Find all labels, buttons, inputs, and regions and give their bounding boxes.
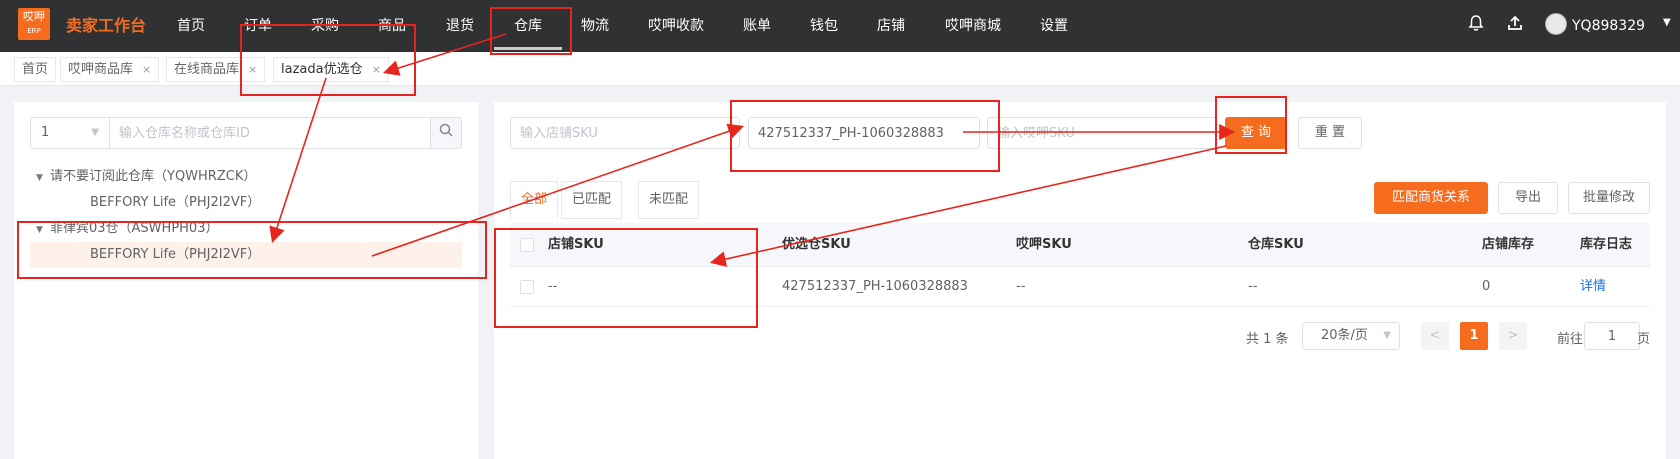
warehouse-search-input[interactable] [109,117,431,149]
nav-item-mall[interactable]: 哎呷商城 [945,0,1001,52]
details-link[interactable]: 详情 [1580,267,1606,307]
preferred-warehouse-sku-input[interactable] [748,117,980,149]
caret-down-icon[interactable]: ▼ [36,165,50,191]
chevron-down-icon: ▼ [91,127,99,138]
caret-down-icon[interactable]: ▼ [36,217,50,243]
page-unit-label: 页 [1637,332,1651,347]
nav-item-payments[interactable]: 哎呷收款 [648,0,704,52]
tab-label: 在线商品库 [174,62,240,77]
warehouse-type-select[interactable]: 1 ▼ [30,117,110,149]
cell-warehouse-sku: -- [1248,279,1258,294]
match-relation-button[interactable]: 匹配商货关系 [1374,182,1488,214]
tab-aiya-product-library[interactable]: 哎呷商品库 × [60,57,160,82]
tree-node-warehouse[interactable]: ▼ 请不要订阅此仓库（YQWHRZCK） [36,164,256,190]
bell-icon[interactable] [1468,14,1484,37]
table-row: -- 427512337_PH-1060328883 -- -- 0 详情 [510,267,1650,307]
chevron-down-icon: ▼ [1383,330,1391,341]
shop-sku-input[interactable] [510,117,740,149]
avatar[interactable] [1545,13,1567,35]
page-number-button[interactable]: 1 [1460,322,1488,350]
close-icon[interactable]: × [142,63,151,76]
top-nav-bar: 哎呷 ERP 卖家工作台 首页 订单 采购 商品 退货 仓库 物流 哎呷收款 账… [0,0,1680,52]
col-stock-log: 库存日志 [1580,237,1633,252]
brand-title: 卖家工作台 [66,16,147,35]
prev-page-button[interactable]: < [1421,322,1449,350]
table-header: 店铺SKU 优选仓SKU 哎呷SKU 仓库SKU 店铺库存 库存日志 [510,223,1650,267]
pagination-total: 共 1 条 [1246,332,1289,347]
export-button[interactable]: 导出 [1498,182,1558,214]
logo: 哎呷 ERP [18,8,50,40]
nav-item-bills[interactable]: 账单 [743,0,771,52]
nav-item-returns[interactable]: 退货 [446,0,474,52]
col-shop-sku: 店铺SKU [548,237,604,252]
tree-leaf-shop-selected[interactable]: BEFFORY Life（PHJ2I2VF） [30,242,462,268]
nav-item-logistics[interactable]: 物流 [581,0,609,52]
row-checkbox[interactable] [520,280,534,294]
cell-aiya-sku: -- [1016,279,1026,294]
aiya-sku-input[interactable] [987,117,1217,149]
nav-item-orders[interactable]: 订单 [244,0,272,52]
cell-shop-stock: 0 [1482,279,1491,294]
logo-subtext: ERP [27,27,41,35]
tab-lazada-warehouse[interactable]: lazada优选仓 × [273,57,389,82]
nav-item-wallet[interactable]: 钱包 [810,0,838,52]
col-shop-stock: 店铺库存 [1482,237,1535,252]
warehouse-tree-panel: 1 ▼ ▼请不要订阅此仓库（YQWHRZCK） BEFFORY Life（PHJ… [14,102,478,459]
filter-tab-matched[interactable]: 已匹配 [561,181,623,219]
next-page-button[interactable]: > [1499,322,1527,350]
close-icon[interactable]: × [248,63,257,76]
cell-preferred-sku: 427512337_PH-1060328883 [782,279,968,294]
col-aiya-sku: 哎呷SKU [1016,237,1072,252]
filter-tab-unmatched[interactable]: 未匹配 [638,181,700,219]
page-size-select[interactable]: 20条/页 ▼ [1302,322,1400,350]
tree-leaf-label: BEFFORY Life（PHJ2I2VF） [90,247,261,262]
nav-item-home[interactable]: 首页 [177,0,205,52]
close-icon[interactable]: × [372,63,381,76]
reset-button[interactable]: 重 置 [1298,117,1362,149]
chevron-down-icon[interactable]: ▼ [1663,17,1671,28]
tab-home[interactable]: 首页 [14,57,57,82]
goto-label: 前往 [1557,332,1584,347]
page-tabs-bar: 首页 哎呷商品库 × 在线商品库 × lazada优选仓 × [0,52,1680,86]
search-icon [439,123,453,137]
goto-page-input[interactable] [1584,322,1640,350]
sku-mapping-panel: 查 询 重 置 全部 已匹配 未匹配 匹配商货关系 导出 批量修改 店铺SKU … [494,102,1666,459]
tab-label: 哎呷商品库 [68,62,134,77]
tree-node-label: 菲律宾03仓（ASWHPH03） [50,221,219,236]
select-value: 1 [41,125,50,140]
tree-leaf-shop[interactable]: BEFFORY Life（PHJ2I2VF） [30,190,446,216]
query-button[interactable]: 查 询 [1225,117,1287,149]
tree-node-label: 请不要订阅此仓库（YQWHRZCK） [50,169,257,184]
cell-shop-sku: -- [548,279,558,294]
nav-item-warehouse[interactable]: 仓库 [514,0,542,52]
nav-item-shops[interactable]: 店铺 [877,0,905,52]
nav-item-purchase[interactable]: 采购 [311,0,339,52]
nav-active-indicator [494,47,562,50]
col-preferred-sku: 优选仓SKU [782,237,851,252]
upload-icon[interactable] [1507,14,1523,37]
nav-item-settings[interactable]: 设置 [1040,0,1068,52]
tab-label: lazada优选仓 [281,62,363,77]
col-warehouse-sku: 仓库SKU [1248,237,1304,252]
tab-online-product-library[interactable]: 在线商品库 × [166,57,266,82]
batch-edit-button[interactable]: 批量修改 [1568,182,1650,214]
select-all-checkbox[interactable] [520,238,534,252]
logo-text: 哎呷 [23,10,45,23]
search-button[interactable] [430,117,462,149]
page-size-value: 20条/页 [1321,328,1368,343]
username[interactable]: YQ898329 [1572,0,1645,52]
tab-label: 首页 [22,62,49,77]
tree-leaf-label: BEFFORY Life（PHJ2I2VF） [90,195,261,210]
tree-node-warehouse[interactable]: ▼ 菲律宾03仓（ASWHPH03） [36,216,218,242]
nav-item-products[interactable]: 商品 [378,0,406,52]
filter-tab-all[interactable]: 全部 [510,181,559,219]
